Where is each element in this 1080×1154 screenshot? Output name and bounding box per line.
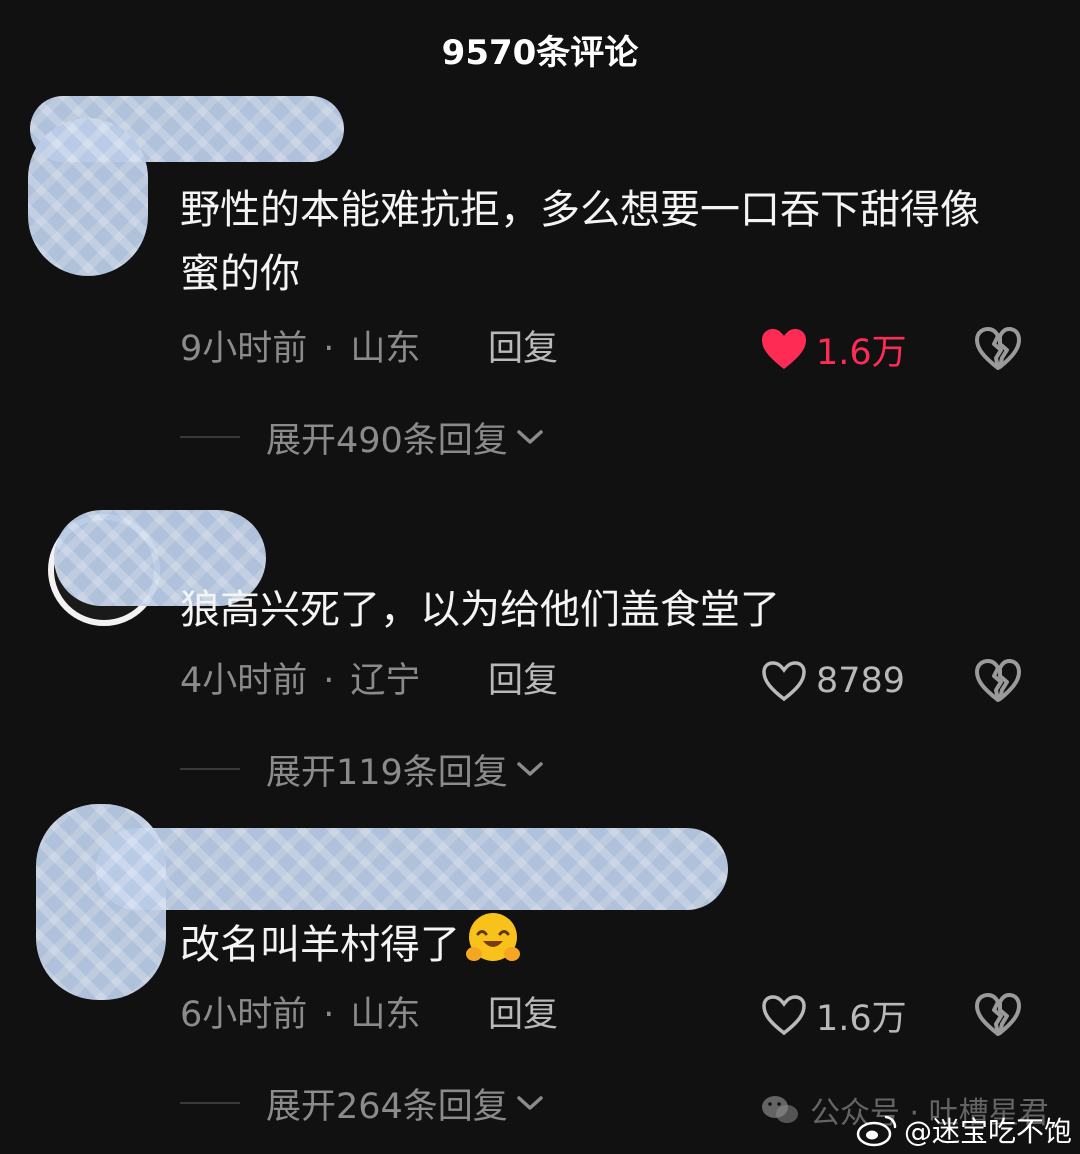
comment-time: 9小时前 <box>180 329 308 369</box>
comment-location: 辽宁 <box>350 661 421 701</box>
reply-button[interactable]: 回复 <box>488 326 558 372</box>
meta-separator: · <box>323 329 335 369</box>
smiling-face-emoji-icon <box>466 913 520 961</box>
comment-count-title: 9570条评论 <box>441 33 639 73</box>
comment-text: 改名叫羊村得了 <box>180 910 1000 977</box>
expand-replies-button[interactable]: 展开490条回复 <box>180 414 544 461</box>
comment-meta: 4小时前 · 辽宁 <box>180 658 420 704</box>
broken-heart-icon[interactable] <box>974 658 1022 704</box>
divider-line <box>180 436 240 438</box>
broken-heart-icon[interactable] <box>974 326 1022 372</box>
expand-replies-label: 展开264条回复 <box>266 1086 508 1127</box>
chevron-down-icon <box>517 762 543 776</box>
redacted-avatar <box>28 118 148 276</box>
like-count: 1.6万 <box>816 998 907 1039</box>
expand-replies-label: 展开490条回复 <box>266 420 508 461</box>
divider-line <box>180 768 240 770</box>
wechat-icon <box>762 1096 798 1123</box>
comment-location: 山东 <box>350 329 421 369</box>
comment-time: 4小时前 <box>180 661 308 701</box>
like-count: 8789 <box>816 661 906 701</box>
like-count: 1.6万 <box>816 332 907 373</box>
expand-replies-label: 展开119条回复 <box>266 752 508 793</box>
divider-line <box>180 1102 240 1104</box>
meta-separator: · <box>323 661 335 701</box>
reply-button[interactable]: 回复 <box>488 658 558 704</box>
broken-heart-icon[interactable] <box>974 992 1022 1038</box>
like-button[interactable]: 8789 <box>760 658 905 704</box>
meta-separator: · <box>323 995 335 1035</box>
weibo-watermark-text: @迷宝吃不饱 <box>904 1115 1073 1148</box>
comment-meta: 6小时前 · 山东 <box>180 992 420 1038</box>
reply-button[interactable]: 回复 <box>488 992 558 1038</box>
heart-icon <box>762 995 806 1036</box>
comment-time: 6小时前 <box>180 995 308 1035</box>
comment-text-content: 改名叫羊村得了 <box>180 922 460 968</box>
heart-icon <box>762 329 806 369</box>
redacted-username <box>96 828 728 910</box>
weibo-watermark: @迷宝吃不饱 <box>856 1110 1072 1150</box>
redacted-avatar <box>36 804 166 1000</box>
expand-replies-button[interactable]: 展开264条回复 <box>180 1080 544 1127</box>
comment-text: 狼高兴死了，以为给他们盖食堂了 <box>180 587 780 633</box>
like-button[interactable]: 1.6万 <box>760 326 907 373</box>
comment-location: 山东 <box>350 995 421 1035</box>
heart-icon <box>762 661 806 702</box>
like-button[interactable]: 1.6万 <box>760 992 907 1039</box>
expand-replies-button[interactable]: 展开119条回复 <box>180 746 544 793</box>
weibo-icon <box>856 1115 897 1147</box>
chevron-down-icon <box>517 430 543 444</box>
comment-meta: 9小时前 · 山东 <box>180 326 420 372</box>
comment-text: 野性的本能难抗拒，多么想要一口吞下甜得像蜜的你 <box>180 187 980 297</box>
chevron-down-icon <box>517 1096 543 1110</box>
